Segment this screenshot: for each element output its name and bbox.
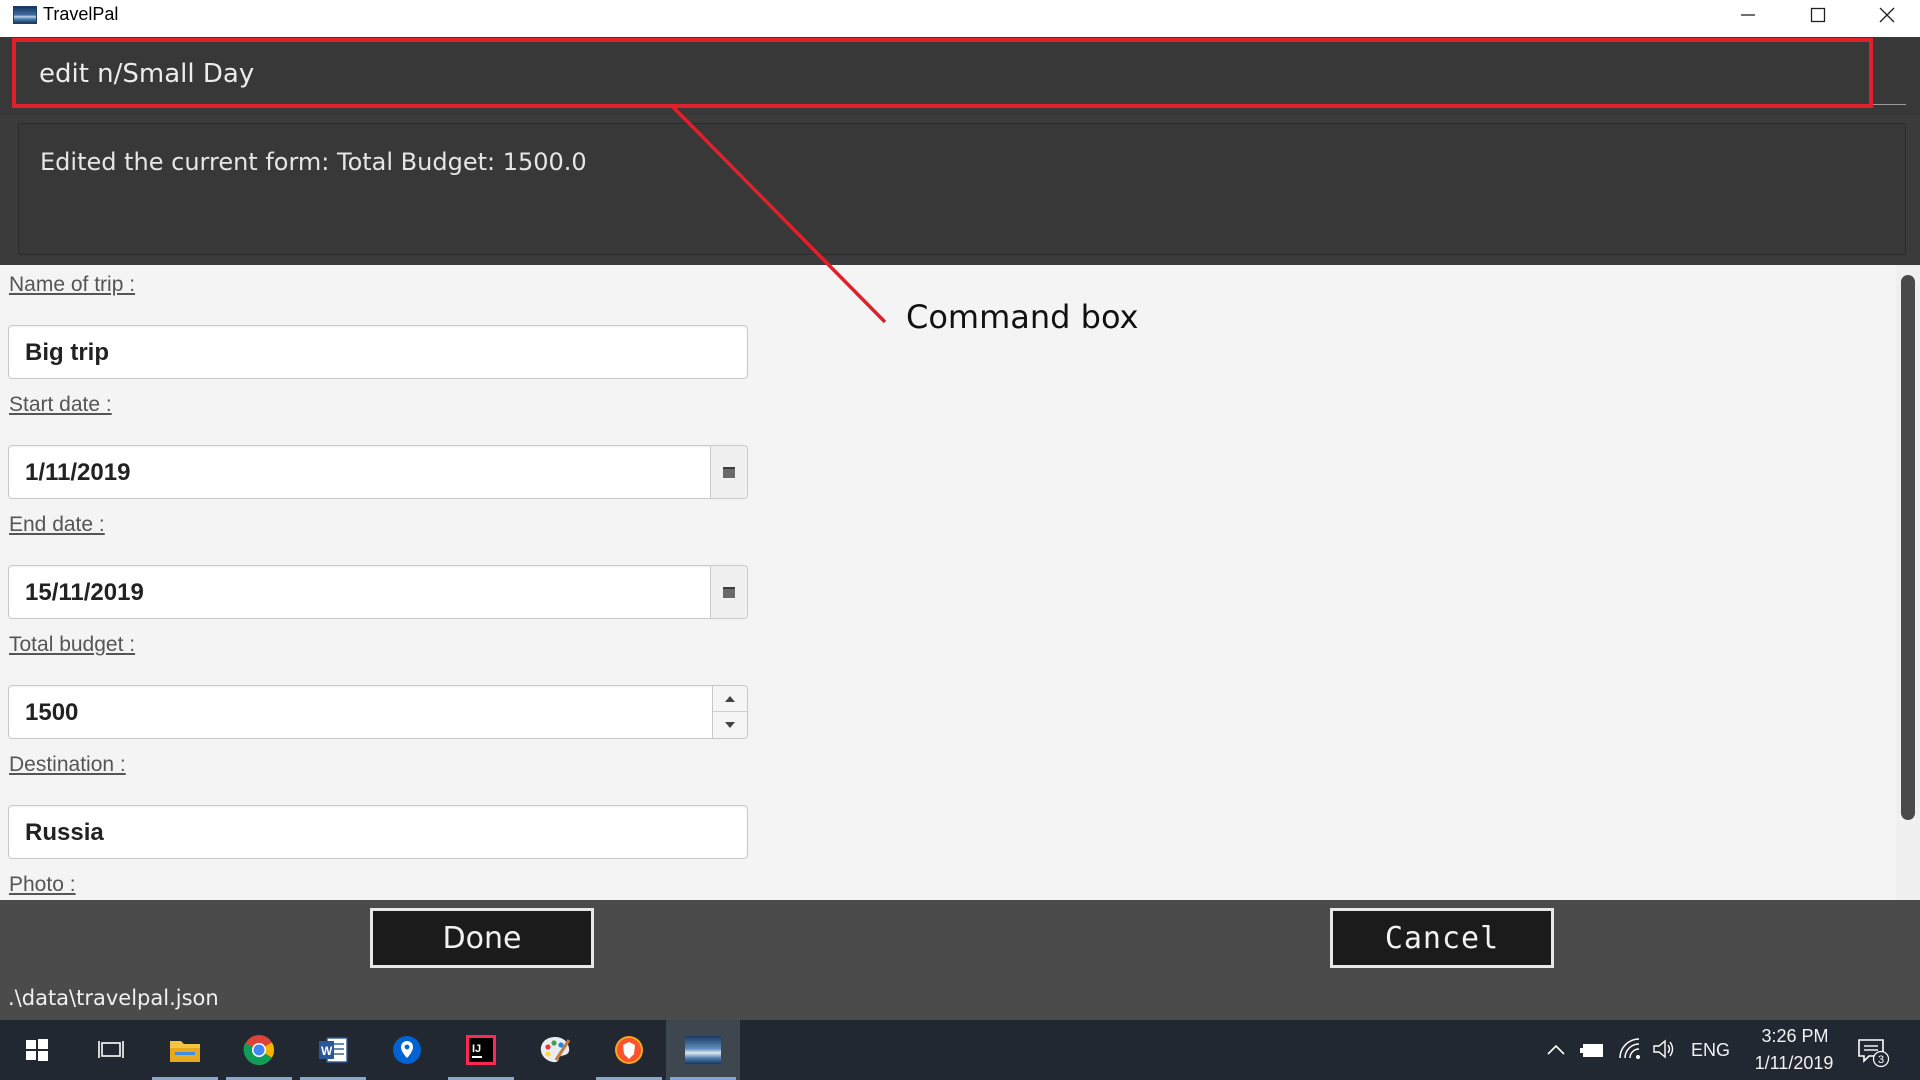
clock-date[interactable]: 1/11/2019 (1745, 1053, 1843, 1074)
calendar-icon (723, 587, 735, 598)
windows-logo-icon (26, 1039, 48, 1061)
increment-button[interactable] (713, 686, 747, 712)
clock-time[interactable]: 3:26 PM (1754, 1026, 1836, 1047)
input-language-indicator[interactable]: ENG (1691, 1040, 1730, 1061)
task-view-button[interactable] (74, 1020, 148, 1080)
result-message: Edited the current form: Total Budget: 1… (40, 148, 587, 176)
svg-text:IJ: IJ (472, 1043, 481, 1055)
wifi-icon (1619, 1038, 1640, 1059)
start-date-field[interactable]: 1/11/2019 (8, 445, 748, 499)
result-display: Edited the current form: Total Budget: 1… (18, 123, 1906, 255)
name-of-trip-field[interactable]: Big trip (8, 325, 748, 379)
result-display-area: Edited the current form: Total Budget: 1… (0, 115, 1920, 265)
start-date-label: Start date : (9, 393, 112, 416)
calendar-icon (723, 467, 735, 478)
maps-pin-icon (393, 1036, 421, 1064)
file-explorer-taskbar-button[interactable] (148, 1020, 222, 1080)
command-input-underline (14, 104, 1906, 105)
name-of-trip-value: Big trip (25, 339, 109, 366)
travelpal-app-icon (13, 6, 37, 24)
chrome-taskbar-button[interactable] (222, 1020, 296, 1080)
end-date-field[interactable]: 15/11/2019 (8, 565, 748, 619)
close-button[interactable] (1852, 0, 1920, 30)
end-date-label: End date : (9, 513, 105, 536)
name-of-trip-label: Name of trip : (9, 273, 136, 296)
chevron-down-icon (725, 722, 735, 728)
destination-value: Russia (25, 819, 104, 846)
travelpal-icon (685, 1036, 721, 1064)
start-date-value: 1/11/2019 (25, 459, 131, 486)
paint-taskbar-button[interactable] (518, 1020, 592, 1080)
button-bar: Done Cancel (0, 900, 1920, 976)
annotation-label: Command box (906, 298, 1139, 336)
battery-button[interactable] (1578, 1038, 1608, 1062)
total-budget-field[interactable]: 1500 (8, 685, 748, 739)
chevron-up-icon (1547, 1044, 1565, 1055)
speaker-icon (1653, 1039, 1674, 1059)
maps-taskbar-button[interactable] (370, 1020, 444, 1080)
form-scrollbar[interactable] (1896, 265, 1920, 900)
done-button[interactable]: Done (370, 908, 594, 968)
end-date-picker-button[interactable] (710, 566, 747, 618)
command-input[interactable] (14, 43, 1874, 105)
screen: TravelPal Edited the current form: Total… (0, 0, 1920, 1080)
total-budget-label: Total budget : (9, 633, 136, 656)
destination-label: Destination : (9, 753, 126, 776)
show-hidden-icons-button[interactable] (1544, 1038, 1568, 1062)
end-date-value: 15/11/2019 (25, 579, 144, 606)
task-view-icon (98, 1041, 124, 1058)
minimize-icon (1741, 14, 1755, 16)
close-icon (1879, 7, 1895, 23)
word-taskbar-button[interactable]: W (296, 1020, 370, 1080)
intellij-icon: IJ (466, 1035, 496, 1065)
network-button[interactable] (1616, 1036, 1644, 1062)
folder-icon (170, 1041, 200, 1062)
maximize-icon (1810, 7, 1826, 23)
brave-lion-icon (615, 1036, 643, 1064)
decrement-button[interactable] (713, 712, 747, 738)
status-bar: .\data\travelpal.json (0, 976, 1920, 1020)
photo-label: Photo : (9, 873, 76, 896)
volume-button[interactable] (1650, 1036, 1678, 1062)
start-date-picker-button[interactable] (710, 446, 747, 498)
title-bar: TravelPal (0, 0, 1920, 37)
paint-palette-icon (540, 1037, 571, 1063)
minimize-button[interactable] (1713, 0, 1783, 30)
svg-text:W: W (321, 1044, 333, 1058)
windows-start-button[interactable] (0, 1020, 74, 1080)
travelpal-taskbar-button[interactable] (666, 1020, 740, 1080)
chrome-icon (243, 1035, 274, 1066)
word-icon: W (319, 1037, 348, 1063)
scrollbar-thumb[interactable] (1901, 275, 1915, 820)
destination-field[interactable]: Russia (8, 805, 748, 859)
battery-icon (1580, 1044, 1603, 1057)
notification-count: 3 (1878, 1054, 1884, 1066)
intellij-taskbar-button[interactable]: IJ (444, 1020, 518, 1080)
data-file-path: .\data\travelpal.json (8, 986, 219, 1010)
window-title: TravelPal (43, 4, 119, 24)
chevron-up-icon (725, 695, 735, 702)
maximize-button[interactable] (1783, 0, 1853, 30)
cancel-button[interactable]: Cancel (1330, 908, 1554, 968)
notification-icon: 3 (1858, 1039, 1890, 1068)
brave-taskbar-button[interactable] (592, 1020, 666, 1080)
taskbar: W IJ ENG 3:26 PM 1/11/2019 3 (0, 1020, 1920, 1080)
total-budget-value: 1500 (25, 699, 79, 726)
total-budget-spinner (712, 686, 747, 738)
action-center-button[interactable]: 3 (1853, 1032, 1893, 1072)
trip-form: Name of trip : Big trip Start date : 1/1… (0, 265, 1920, 900)
